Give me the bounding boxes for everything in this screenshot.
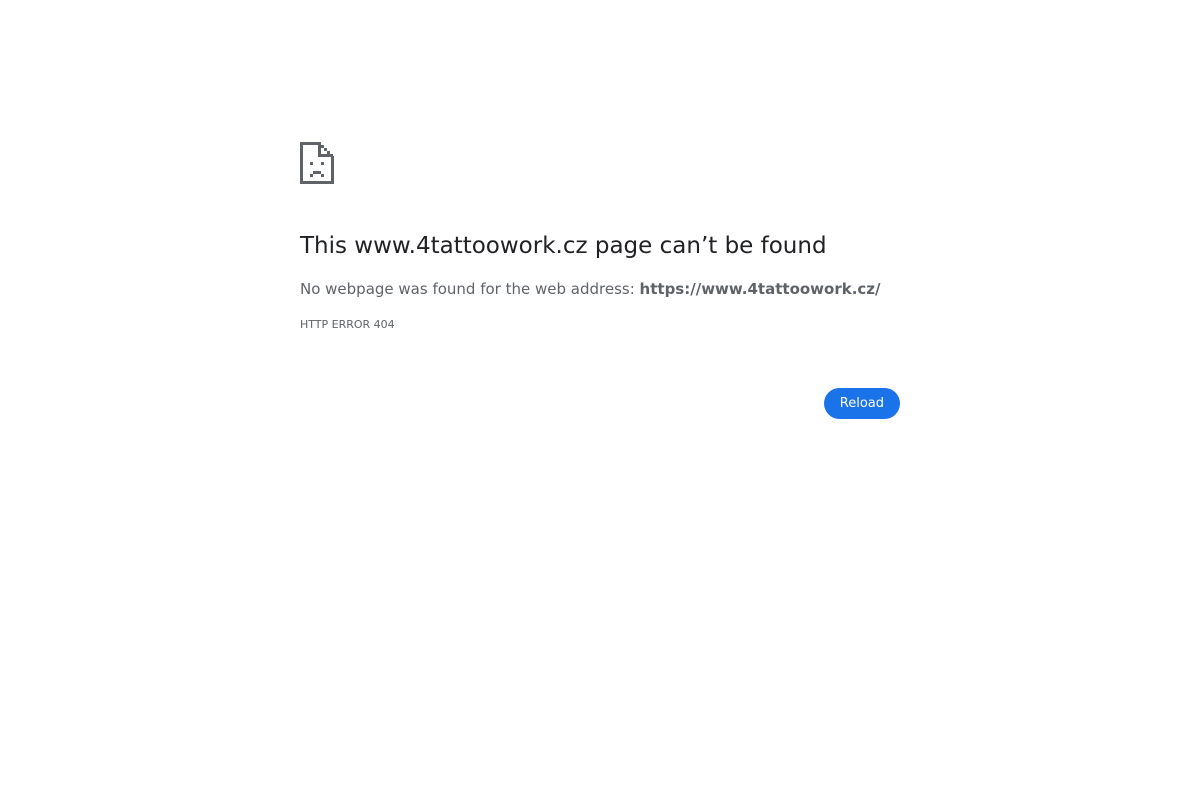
error-page-content: This www.4tattoowork.cz page can’t be fo… — [300, 140, 900, 419]
failed-url: https://www.4tattoowork.cz/ — [639, 280, 881, 298]
error-code: HTTP ERROR 404 — [300, 318, 395, 331]
reload-button[interactable]: Reload — [823, 388, 900, 419]
description-text: No webpage was found for the web address… — [300, 280, 640, 298]
page-title: This www.4tattoowork.cz page can’t be fo… — [300, 233, 827, 259]
error-description: No webpage was found for the web address… — [300, 278, 881, 300]
sad-document-icon — [300, 142, 334, 184]
